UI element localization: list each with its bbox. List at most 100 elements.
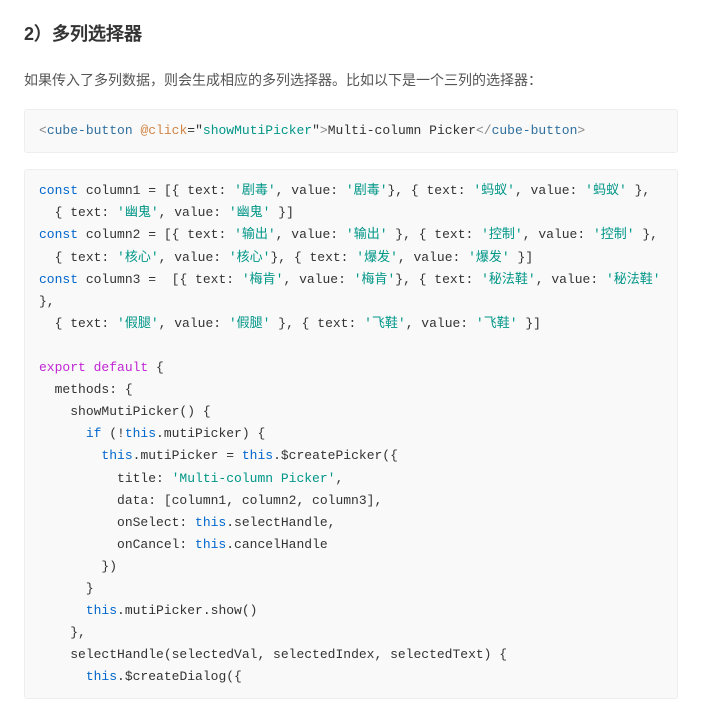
code-template: <cube-button @click="showMutiPicker">Mul… — [24, 109, 678, 153]
code-token: this — [195, 537, 226, 552]
code-token: '假腿' — [117, 316, 159, 331]
code-token: , value: — [515, 183, 585, 198]
code-token: data: [column1, column2, column3], — [39, 493, 382, 508]
code-token: '梅肯' — [242, 272, 284, 287]
code-token: , value: — [283, 272, 353, 287]
code-token: '爆发' — [468, 250, 510, 265]
code-token: 'Multi-column Picker' — [172, 471, 336, 486]
code-token: }, { text: — [388, 227, 482, 242]
code-token: , value: — [159, 205, 229, 220]
code-token: @click — [140, 123, 187, 138]
code-token: '控制' — [593, 227, 635, 242]
code-token: > — [577, 123, 585, 138]
code-token: , value: — [536, 272, 606, 287]
code-token: '秘法鞋' — [481, 272, 536, 287]
code-token: }] — [278, 205, 294, 220]
code-token: onCancel: — [39, 537, 195, 552]
code-token: '幽鬼' — [229, 205, 271, 220]
code-token: this — [195, 515, 226, 530]
code-token: " — [312, 123, 320, 138]
code-token: { text: — [39, 205, 117, 220]
code-token: selectHandle(selectedVal, selectedIndex,… — [39, 647, 507, 662]
code-token: methods: { — [39, 382, 133, 397]
intro-paragraph: 如果传入了多列数据，则会生成相应的多列选择器。比如以下是一个三列的选择器： — [24, 69, 678, 91]
code-token: '蚂蚁' — [585, 183, 627, 198]
code-token: this — [86, 603, 117, 618]
code-token — [39, 669, 86, 684]
code-token — [39, 448, 101, 463]
code-token: = — [187, 123, 195, 138]
code-token: title: — [39, 471, 172, 486]
code-token: cube-button — [492, 123, 578, 138]
code-token: '秘法鞋' — [606, 272, 661, 287]
code-token: }] — [518, 316, 541, 331]
code-token: }] — [510, 250, 533, 265]
code-token: , value: — [276, 227, 346, 242]
code-token: '幽鬼' — [117, 205, 159, 220]
code-token: '剧毒' — [346, 183, 388, 198]
code-token: column1 = [{ text: — [86, 183, 234, 198]
code-token: { text: — [39, 250, 117, 265]
code-token: .mutiPicker) { — [156, 426, 265, 441]
code-token: .$createDialog({ — [117, 669, 242, 684]
code-token: '飞鞋' — [476, 316, 518, 331]
code-token: .mutiPicker = — [133, 448, 242, 463]
code-script: const column1 = [{ text: '剧毒', value: '剧… — [24, 169, 678, 699]
code-token: if — [86, 426, 102, 441]
code-token — [39, 426, 86, 441]
code-token: .selectHandle, — [226, 515, 335, 530]
code-token: }, { text: — [270, 250, 356, 265]
code-token: cube-button — [47, 123, 133, 138]
code-token: this — [86, 669, 117, 684]
code-token: , value: — [159, 316, 229, 331]
code-token: }, { text: — [395, 272, 481, 287]
code-token: const — [39, 183, 78, 198]
code-token: } — [39, 581, 94, 596]
code-token: '蚂蚁' — [473, 183, 515, 198]
code-token: '核心' — [229, 250, 271, 265]
code-token: export default — [39, 360, 148, 375]
code-token: Multi-column Picker — [328, 123, 476, 138]
code-token: , value: — [398, 250, 468, 265]
code-token: const — [39, 272, 78, 287]
code-token: }, { text: — [388, 183, 474, 198]
code-token: , value: — [523, 227, 593, 242]
code-token: '输出' — [346, 227, 388, 242]
code-token: </ — [476, 123, 492, 138]
code-token: this — [101, 448, 132, 463]
code-token: '飞鞋' — [364, 316, 406, 331]
code-token: }) — [39, 559, 117, 574]
code-token: }, — [627, 183, 650, 198]
code-token: column2 = [{ text: — [86, 227, 234, 242]
code-token: '梅肯' — [354, 272, 396, 287]
code-token: onSelect: — [39, 515, 195, 530]
code-token: , value: — [276, 183, 346, 198]
code-token: '爆发' — [356, 250, 398, 265]
code-token: '核心' — [117, 250, 159, 265]
code-token: { — [148, 360, 164, 375]
code-token: column3 = [{ text: — [86, 272, 242, 287]
code-token: , value: — [159, 250, 229, 265]
code-token: const — [39, 227, 78, 242]
code-token: }, { text: — [270, 316, 364, 331]
code-token: '假腿' — [229, 316, 271, 331]
code-token: { text: — [39, 316, 117, 331]
code-token: showMutiPicker() { — [39, 404, 211, 419]
section-heading: 2）多列选择器 — [24, 20, 678, 49]
code-token: this — [125, 426, 156, 441]
code-token: (! — [101, 426, 124, 441]
code-token: '输出' — [234, 227, 276, 242]
code-token: .cancelHandle — [226, 537, 327, 552]
code-token — [39, 603, 86, 618]
code-token: }, — [635, 227, 658, 242]
code-token: }, — [39, 625, 86, 640]
code-token: < — [39, 123, 47, 138]
code-token: '剧毒' — [234, 183, 276, 198]
code-token: > — [320, 123, 328, 138]
code-token: , value: — [406, 316, 476, 331]
code-token: " — [195, 123, 203, 138]
code-token: '控制' — [481, 227, 523, 242]
code-token: , — [335, 471, 343, 486]
code-token: showMutiPicker — [203, 123, 312, 138]
code-token: .$createPicker({ — [273, 448, 398, 463]
